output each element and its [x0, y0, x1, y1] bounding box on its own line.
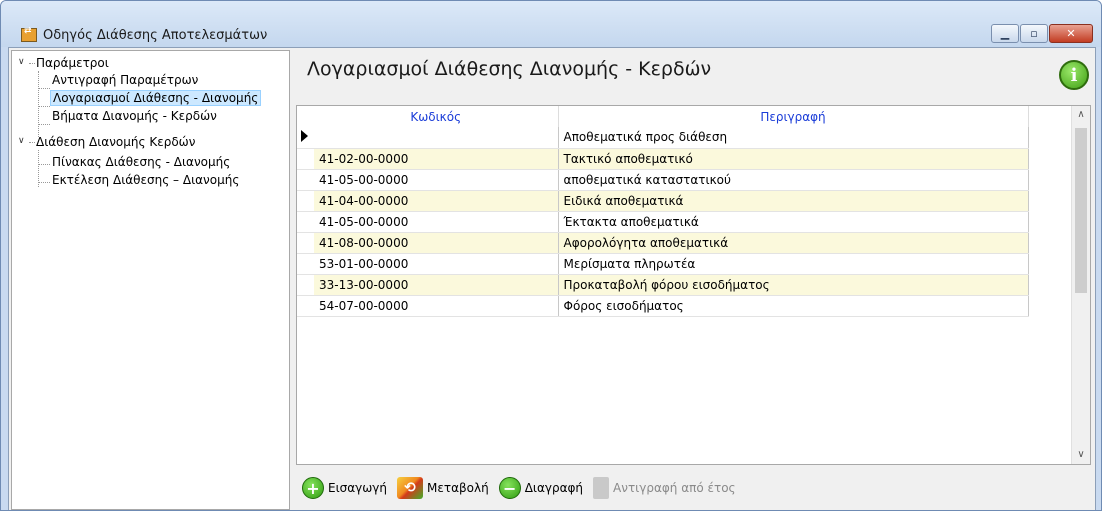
window-title: Οδηγός Διάθεσης Αποτελεσμάτων: [43, 28, 268, 43]
cell-code[interactable]: 53-01-00-0000: [314, 253, 559, 275]
cell-description[interactable]: Αφορολόγητα αποθεματικά: [558, 232, 1029, 254]
app-window: ⇄ Οδηγός Διάθεσης Αποτελεσμάτων ▁ ▫ ✕ ∨ …: [0, 0, 1102, 511]
table-row[interactable]: 41-02-00-0000 Τακτικό αποθεματικό: [297, 148, 1029, 170]
current-row-indicator: [297, 127, 314, 149]
table-row[interactable]: 41-08-00-0000 Αφορολόγητα αποθεματικά: [297, 232, 1029, 254]
cell-description[interactable]: Τακτικό αποθεματικό: [558, 148, 1029, 170]
maximize-button[interactable]: ▫: [1020, 24, 1048, 43]
table-row[interactable]: 54-07-00-0000 Φόρος εισοδήματος: [297, 295, 1029, 317]
collapse-toggle-icon[interactable]: ∨: [18, 136, 25, 146]
scroll-down-icon[interactable]: ∨: [1072, 446, 1090, 464]
minus-icon: −: [498, 477, 521, 499]
cell-code[interactable]: 33-13-00-0000: [314, 274, 559, 296]
refresh-icon: ⟲: [397, 477, 424, 499]
delete-button[interactable]: − Διαγραφή: [498, 475, 587, 501]
tree-item-accounts[interactable]: Λογαριασμοί Διάθεσης - Διανομής: [50, 90, 262, 106]
vertical-scrollbar[interactable]: ∧ ∨: [1071, 106, 1090, 464]
tree-item-run-distribution[interactable]: Εκτέλεση Διάθεσης – Διανομής: [52, 172, 239, 188]
insert-label: Εισαγωγή: [328, 481, 388, 495]
cell-code[interactable]: 41-02-00-0000: [314, 148, 559, 170]
accounts-grid: Κωδικός Περιγραφή Αποθεματικά προς διάθε…: [296, 105, 1091, 465]
cell-description[interactable]: Αποθεματικά προς διάθεση: [558, 127, 1029, 149]
table-row[interactable]: 41-04-00-0000 Ειδικά αποθεματικά: [297, 190, 1029, 212]
scroll-up-icon[interactable]: ∧: [1072, 106, 1090, 124]
tree-item-steps[interactable]: Βήματα Διανομής - Κερδών: [52, 108, 217, 124]
tree-item-label: Εκτέλεση Διάθεσης – Διανομής: [52, 173, 240, 187]
accounts-table: Κωδικός Περιγραφή Αποθεματικά προς διάθε…: [297, 106, 1029, 317]
close-icon: ✕: [1066, 27, 1076, 40]
cell-description[interactable]: Προκαταβολή φόρου εισοδήματος: [558, 274, 1029, 296]
add-icon: +: [302, 477, 324, 499]
tree-item-label: Βήματα Διανομής - Κερδών: [52, 109, 217, 123]
cell-description[interactable]: Μερίσματα πληρωτέα: [558, 253, 1029, 275]
tree-group-parameters[interactable]: Παράμετροι: [36, 55, 109, 71]
cell-description[interactable]: Φόρος εισοδήματος: [558, 295, 1029, 317]
tree-item-label: Λογαριασμοί Διάθεσης - Διανομής: [50, 90, 262, 106]
cell-description[interactable]: Έκτακτα αποθεματικά: [558, 211, 1029, 233]
cell-description[interactable]: Ειδικά αποθεματικά: [558, 190, 1029, 212]
table-row[interactable]: Αποθεματικά προς διάθεση: [297, 127, 1029, 149]
tree-group-label: Διάθεση Διανομής Κερδών: [36, 135, 196, 149]
tree-group-label: Παράμετροι: [36, 56, 109, 70]
cell-code[interactable]: 41-05-00-0000: [314, 211, 559, 233]
column-header-code[interactable]: Κωδικός: [314, 106, 559, 127]
row-indicator-header: [297, 106, 314, 127]
table-row[interactable]: 41-05-00-0000 αποθεματικά καταστατικού: [297, 169, 1029, 191]
cell-code[interactable]: 41-08-00-0000: [314, 232, 559, 254]
cell-code[interactable]: [314, 127, 559, 149]
minimize-button[interactable]: ▁: [991, 24, 1019, 43]
delete-label: Διαγραφή: [524, 481, 584, 495]
cell-code[interactable]: 54-07-00-0000: [314, 295, 559, 317]
table-row[interactable]: 53-01-00-0000 Μερίσματα πληρωτέα: [297, 253, 1029, 275]
collapse-toggle-icon[interactable]: ∨: [18, 57, 25, 67]
insert-button[interactable]: + Εισαγωγή: [302, 475, 391, 501]
row-pointer-icon: [301, 129, 308, 142]
maximize-icon: ▫: [1030, 27, 1038, 40]
cell-code[interactable]: 41-04-00-0000: [314, 190, 559, 212]
title-bar[interactable]: ⇄ Οδηγός Διάθεσης Αποτελεσμάτων ▁ ▫ ✕: [1, 1, 1101, 47]
tree-item-label: Πίνακας Διάθεσης - Διανομής: [52, 155, 231, 169]
table-row[interactable]: 33-13-00-0000 Προκαταβολή φόρου εισοδήμα…: [297, 274, 1029, 296]
copy-from-year-button[interactable]: Αντιγραφή από έτος: [593, 475, 740, 501]
close-button[interactable]: ✕: [1049, 24, 1093, 43]
tree-item-distribution-table[interactable]: Πίνακας Διάθεσης - Διανομής: [52, 154, 230, 170]
minimize-icon: ▁: [1000, 27, 1010, 40]
table-row[interactable]: 41-05-00-0000 Έκτακτα αποθεματικά: [297, 211, 1029, 233]
info-icon-glyph: i: [1070, 64, 1078, 86]
page-title: Λογαριασμοί Διάθεσης Διανομής - Κερδών: [307, 58, 712, 80]
copy-icon: [593, 477, 610, 499]
main-panel: Λογαριασμοί Διάθεσης Διανομής - Κερδών i…: [293, 50, 1093, 510]
column-header-description[interactable]: Περιγραφή: [558, 106, 1029, 127]
modify-label: Μεταβολή: [427, 481, 489, 495]
modify-button[interactable]: ⟲ Μεταβολή: [397, 475, 493, 501]
tree-item-label: Αντιγραφή Παραμέτρων: [52, 73, 199, 87]
app-icon: ⇄: [21, 27, 37, 42]
cell-description[interactable]: αποθεματικά καταστατικού: [558, 169, 1029, 191]
tree-item-copy-parameters[interactable]: Αντιγραφή Παραμέτρων: [52, 72, 198, 88]
action-toolbar: + Εισαγωγή ⟲ Μεταβολή − Διαγραφή Αντιγρα…: [296, 470, 1091, 506]
info-icon[interactable]: i: [1059, 60, 1089, 90]
scroll-thumb[interactable]: [1075, 128, 1087, 293]
tree-group-distribution[interactable]: Διάθεση Διανομής Κερδών: [36, 134, 195, 150]
cell-code[interactable]: 41-05-00-0000: [314, 169, 559, 191]
copy-from-year-label: Αντιγραφή από έτος: [613, 481, 736, 495]
client-area: ∨ Παράμετροι Αντιγραφή Παραμέτρων Λογαρι…: [8, 47, 1096, 510]
navigation-tree: ∨ Παράμετροι Αντιγραφή Παραμέτρων Λογαρι…: [11, 50, 290, 510]
